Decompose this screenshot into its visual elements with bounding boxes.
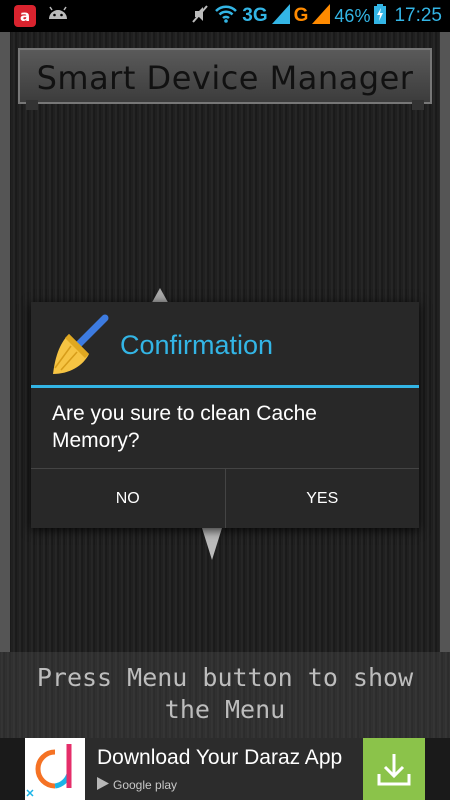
signal-icon-blue	[271, 3, 290, 29]
ad-store-label: Google play	[113, 778, 178, 792]
google-play-icon	[97, 777, 109, 793]
banner-tab-left	[26, 100, 38, 110]
gauge-pointer-bottom	[202, 528, 222, 560]
menu-hint-line1: Press Menu button to show	[36, 663, 414, 692]
status-bar: a 3G G 46% 17:25	[0, 0, 450, 32]
mute-icon	[190, 3, 210, 30]
dialog-message: Are you sure to clean Cache Memory?	[52, 402, 317, 452]
ad-title[interactable]: Download Your Daraz App	[97, 746, 342, 770]
dialog-header: Confirmation	[31, 302, 419, 385]
app-title: Smart Device Manager	[36, 59, 414, 97]
menu-hint: Press Menu button to show the Menu	[0, 662, 450, 726]
battery-percent: 46%	[334, 5, 371, 26]
battery-charging-icon	[374, 3, 387, 29]
daraz-logo-icon	[25, 738, 85, 800]
network-3g-label: 3G	[242, 5, 268, 26]
no-button[interactable]: NO	[31, 469, 225, 528]
frame-left	[0, 32, 10, 652]
ad-edge-right	[425, 738, 450, 800]
avira-icon: a	[14, 5, 36, 27]
status-indicators: 3G G 46% 17:25	[190, 3, 442, 29]
app-title-banner: Smart Device Manager	[18, 48, 432, 104]
download-icon	[377, 754, 411, 786]
notification-icons: a	[14, 5, 70, 27]
wifi-icon	[214, 4, 238, 29]
menu-hint-line2: the Menu	[164, 695, 286, 724]
dialog-title: Confirmation	[120, 330, 274, 360]
yes-button[interactable]: YES	[224, 469, 419, 528]
ad-store: Google play	[97, 777, 177, 793]
android-icon	[46, 5, 70, 27]
network-g-label: G	[293, 5, 309, 26]
signal-icon-orange	[312, 3, 331, 29]
ad-banner[interactable]: Download Your Daraz App Google play	[25, 738, 425, 800]
broom-icon	[49, 312, 111, 376]
ad-edge-left	[0, 738, 25, 800]
confirmation-dialog: Confirmation Are you sure to clean Cache…	[31, 302, 419, 528]
clock: 17:25	[394, 5, 442, 26]
frame-right	[440, 32, 450, 652]
banner-tab-right	[412, 100, 424, 110]
dialog-button-row: NO YES	[31, 468, 419, 528]
download-button[interactable]	[363, 738, 425, 800]
dialog-divider	[31, 385, 419, 388]
